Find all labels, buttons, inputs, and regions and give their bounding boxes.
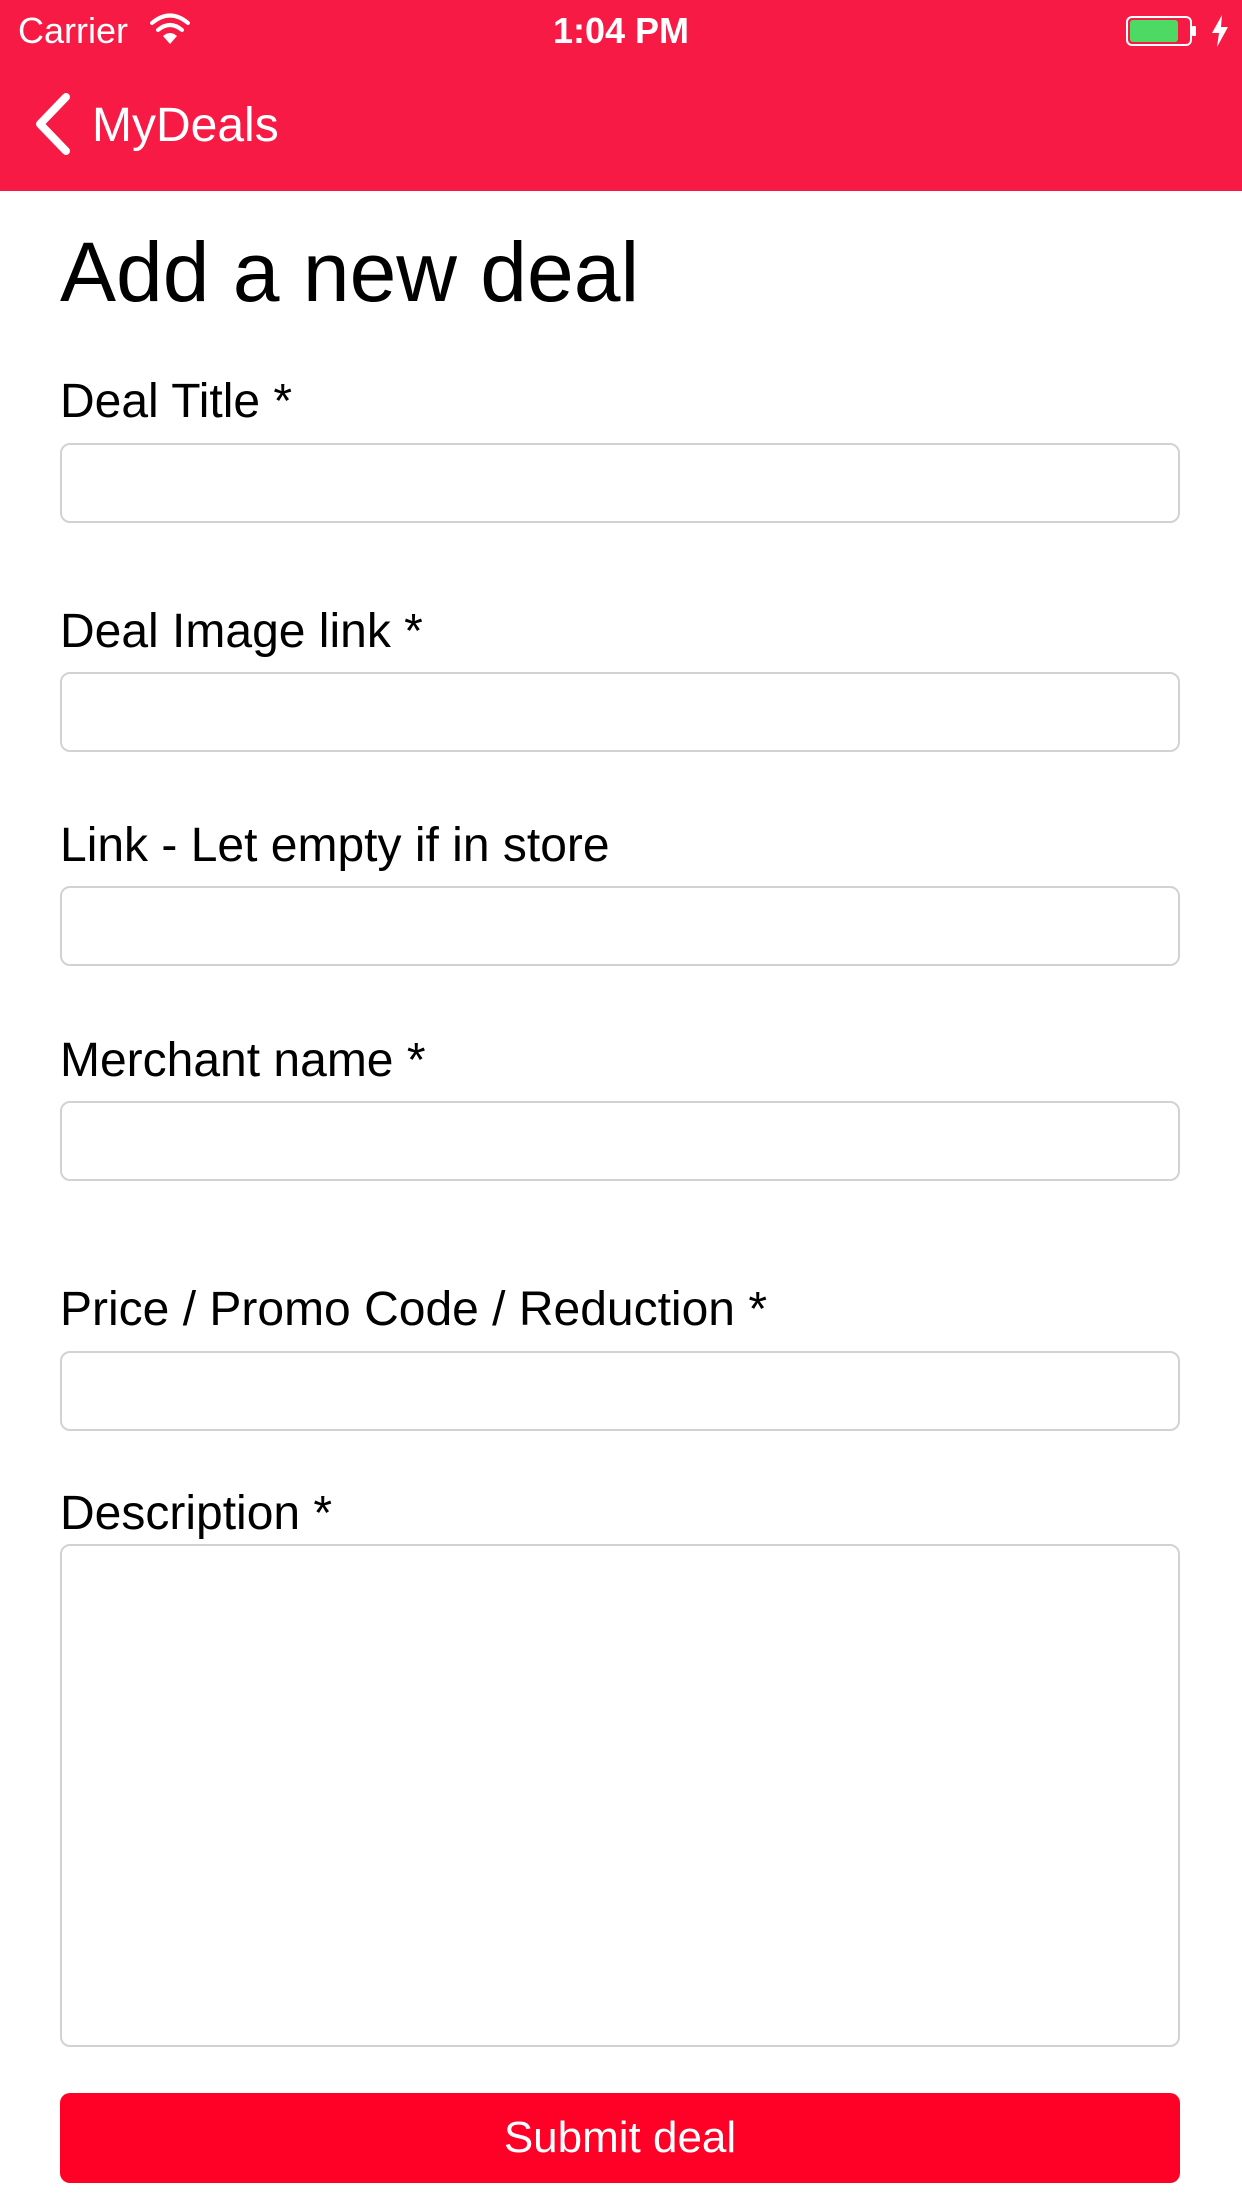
navigation-bar: MyDeals — [0, 62, 1242, 191]
back-button[interactable]: MyDeals — [30, 90, 279, 162]
add-deal-screen: Carrier 1:04 PM MyDeals Add a new deal D… — [0, 0, 1242, 2208]
link-label: Link - Let empty if in store — [60, 819, 610, 872]
app-header: Carrier 1:04 PM MyDeals — [0, 0, 1242, 191]
merchant-name-label: Merchant name * — [60, 1034, 426, 1087]
status-bar: Carrier 1:04 PM — [0, 0, 1242, 62]
description-label: Description * — [60, 1487, 333, 1540]
deal-image-link-input[interactable] — [60, 672, 1180, 752]
link-input[interactable] — [60, 886, 1180, 966]
deal-title-input[interactable] — [60, 443, 1180, 523]
price-promo-input[interactable] — [60, 1351, 1180, 1431]
chevron-left-icon — [30, 91, 92, 162]
deal-title-label: Deal Title * — [60, 375, 293, 428]
status-time: 1:04 PM — [552, 10, 690, 51]
back-label: MyDeals — [92, 99, 279, 152]
page-title: Add a new deal — [60, 225, 640, 319]
merchant-name-input[interactable] — [60, 1101, 1180, 1181]
description-textarea[interactable] — [60, 1544, 1180, 2047]
submit-deal-button[interactable]: Submit deal — [60, 2093, 1180, 2183]
charging-bolt-icon — [1210, 14, 1230, 48]
battery-icon — [1126, 16, 1198, 46]
deal-image-link-label: Deal Image link * — [60, 605, 423, 658]
price-promo-label: Price / Promo Code / Reduction * — [60, 1283, 767, 1336]
